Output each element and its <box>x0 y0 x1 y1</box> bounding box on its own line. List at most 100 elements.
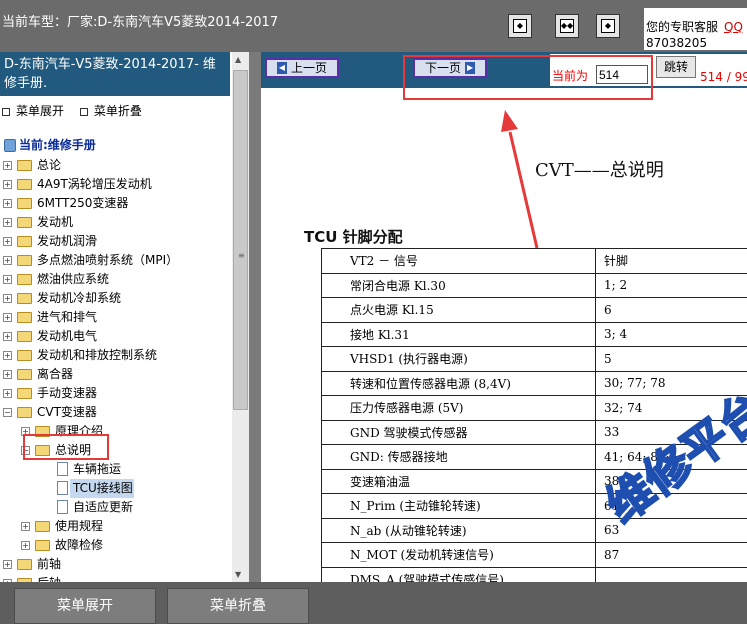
plus-icon[interactable]: + <box>3 275 12 284</box>
menu-collapse-button[interactable]: 菜单折叠 <box>167 588 309 624</box>
first-page-icon: ◆ <box>513 19 527 33</box>
folder-icon <box>17 293 32 304</box>
folder-icon <box>17 559 32 570</box>
pin-cell: 5 <box>595 346 747 372</box>
plus-icon[interactable]: + <box>21 541 30 550</box>
sidebar-scrollbar[interactable]: ▲ ≡ ▼ <box>232 52 249 582</box>
top-bar: 当前车型：厂家:D-东南汽车V5菱致2014-2017 ◆ ◆◆ ◆ 您的专职客… <box>0 0 747 52</box>
document-title: CVT——总说明 <box>535 160 664 181</box>
signal-cell: GND 驾驶模式传感器 <box>321 419 596 445</box>
service-label: 您的专职客服 <box>646 20 719 34</box>
plus-icon[interactable]: + <box>3 389 12 398</box>
plus-icon[interactable]: + <box>3 199 12 208</box>
pin-cell: 87 <box>595 542 747 568</box>
fit-width-icon: ◆◆ <box>560 19 574 33</box>
table-row: 接地 Kl.31 3; 4 <box>321 321 747 347</box>
folder-icon <box>17 179 32 190</box>
pin-cell: 63 <box>595 517 747 543</box>
vehicle-title: 当前车型：厂家:D-东南汽车V5菱致2014-2017 <box>2 15 279 30</box>
scroll-down-icon[interactable]: ▼ <box>235 570 241 579</box>
collapse-square-icon <box>79 107 88 116</box>
folder-icon <box>17 236 32 247</box>
folder-icon <box>17 255 32 266</box>
tree-collapse-link[interactable]: 菜单折叠 <box>79 102 142 119</box>
table-row: 点火电源 Kl.15 6 <box>321 297 747 323</box>
bottom-bar: 菜单展开 菜单折叠 <box>0 582 747 624</box>
folder-icon <box>17 312 32 323</box>
signal-cell: N_MOT (发动机转速信号) <box>321 542 596 568</box>
document-icon <box>57 481 68 495</box>
service-qq-link[interactable]: QQ <box>724 20 743 34</box>
document-icon <box>57 500 68 514</box>
plus-icon[interactable]: + <box>3 256 12 265</box>
minus-icon[interactable]: − <box>3 408 12 417</box>
folder-icon <box>17 350 32 361</box>
plus-icon[interactable]: + <box>3 351 12 360</box>
scroll-up-icon[interactable]: ▲ <box>235 55 241 64</box>
folder-icon <box>17 274 32 285</box>
folder-icon <box>17 217 32 228</box>
signal-cell: 压力传感器电源 (5V) <box>321 395 596 421</box>
signal-cell: 点火电源 Kl.15 <box>321 297 596 323</box>
manual-title: D-东南汽车-V5菱致-2014-2017- 维修手册. <box>0 52 230 96</box>
plus-icon[interactable]: + <box>3 332 12 341</box>
document-subtitle: TCU 针脚分配 <box>304 228 403 246</box>
table-row: 常闭合电源 Kl.30 1; 2 <box>321 272 747 298</box>
first-page-button[interactable]: ◆ <box>508 14 532 38</box>
plus-icon[interactable]: + <box>21 522 30 531</box>
table-row: N_Prim (主动锥轮转速) 61 <box>321 493 747 519</box>
grip-icon: ≡ <box>238 251 245 260</box>
service-number: 87038205 <box>646 36 708 50</box>
tree-operations: 菜单展开 菜单折叠 <box>2 102 154 119</box>
expand-square-icon <box>2 107 10 116</box>
table-row: 转速和位置传感器电源 (8,4V) 30; 77; 78 <box>321 370 747 396</box>
pane-splitter[interactable] <box>249 52 261 582</box>
plus-icon[interactable]: + <box>3 180 12 189</box>
signal-cell: 接地 Kl.31 <box>321 321 596 347</box>
tree-root[interactable]: 当前:维修手册 <box>0 136 220 155</box>
table-row: VHSD1 (执行器电源) 5 <box>321 346 747 372</box>
table-row: N_ab (从动锥轮转速) 63 <box>321 517 747 543</box>
folder-icon <box>17 369 32 380</box>
folder-icon <box>35 521 50 532</box>
pin-cell: 6 <box>595 297 747 323</box>
signal-cell: N_Prim (主动锥轮转速) <box>321 493 596 519</box>
menu-expand-button[interactable]: 菜单展开 <box>14 588 156 624</box>
folder-icon <box>17 331 32 342</box>
plus-icon[interactable]: + <box>3 560 12 569</box>
plus-icon[interactable]: + <box>3 370 12 379</box>
tree-node-tcu-wiring[interactable]: TCU接线图 <box>57 479 134 498</box>
signal-cell: N_ab (从动锥轮转速) <box>321 517 596 543</box>
pin-cell: 3; 4 <box>595 321 747 347</box>
plus-icon[interactable]: + <box>3 161 12 170</box>
signal-cell: 转速和位置传感器电源 (8,4V) <box>321 370 596 396</box>
fit-width-button[interactable]: ◆◆ <box>555 14 579 38</box>
signal-cell: DMS_A (驾驶模式传感信号) <box>321 566 596 582</box>
document-icon <box>57 462 68 476</box>
folder-icon <box>35 540 50 551</box>
customer-service-box: 您的专职客服 QQ 87038205 <box>644 8 747 50</box>
plus-icon[interactable]: + <box>3 313 12 322</box>
last-page-icon: ◆ <box>601 19 615 33</box>
table-header-cell: VT2 － 信号 <box>321 248 596 274</box>
pin-cell: 1; 2 <box>595 272 747 298</box>
signal-cell: 常闭合电源 Kl.30 <box>321 272 596 298</box>
open-folder-icon <box>17 407 32 418</box>
table-row: N_MOT (发动机转速信号) 87 <box>321 542 747 568</box>
signal-cell: VHSD1 (执行器电源) <box>321 346 596 372</box>
table-row: DMS_A (驾驶模式传感信号) <box>321 566 747 582</box>
plus-icon[interactable]: + <box>3 237 12 246</box>
plus-icon[interactable]: + <box>3 218 12 227</box>
last-page-button[interactable]: ◆ <box>596 14 620 38</box>
folder-icon <box>17 160 32 171</box>
tree-expand-link[interactable]: 菜单展开 <box>2 102 64 119</box>
signal-cell: GND: 传感器接地 <box>321 444 596 470</box>
table-header-cell: 针脚 <box>595 248 747 274</box>
document-viewer: ◀ 上一页 下一页 ▶ 当前为 跳转 514 / 99 CVT——总说明 TCU… <box>261 52 747 582</box>
computer-icon <box>4 139 16 152</box>
highlight-box-general <box>23 434 109 460</box>
folder-icon <box>17 198 32 209</box>
plus-icon[interactable]: + <box>3 294 12 303</box>
pin-cell <box>595 566 747 582</box>
scrollbar-thumb[interactable]: ≡ <box>233 70 248 410</box>
